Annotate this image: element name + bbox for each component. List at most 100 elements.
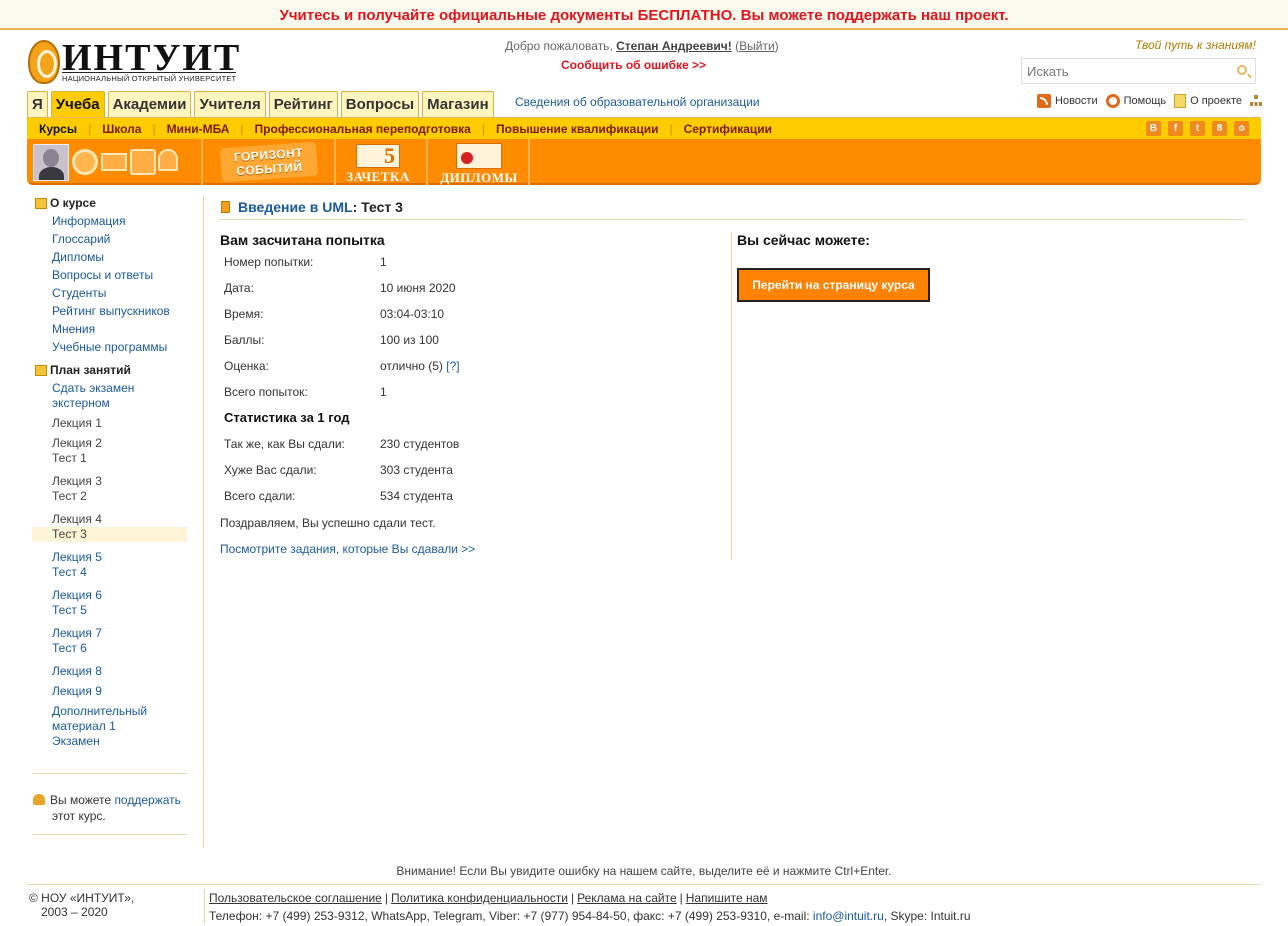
sidebar-item-external-exam[interactable]: Сдать экзамен (52, 381, 203, 396)
grade-text: отлично (5) (380, 359, 443, 373)
promo-banner[interactable]: Учитесь и получайте официальные документ… (0, 0, 1288, 30)
sidebar-item-lecture-2[interactable]: Лекция 2 (52, 436, 203, 451)
course-link[interactable]: Введение в UML (238, 199, 353, 215)
contact-us-link[interactable]: Напишите нам (686, 891, 768, 905)
sidebar-item-lecture-6[interactable]: Лекция 6 (52, 588, 203, 603)
subnav-school[interactable]: Школа (102, 122, 141, 136)
sidebar-item-external-exam-2[interactable]: экстерном (52, 396, 203, 411)
footer-separator: | (384, 891, 388, 905)
detail-value: 1 (380, 385, 387, 399)
avatar[interactable] (33, 144, 69, 181)
privacy-policy-link[interactable]: Политика конфиденциальности (391, 891, 568, 905)
toolbar-divider (334, 139, 336, 185)
tab-me[interactable]: Я (27, 91, 48, 117)
sitemap-link[interactable] (1250, 95, 1262, 107)
org-info-link[interactable]: Сведения об образовательной организации (515, 95, 760, 109)
site-logo[interactable]: ИНТУИТ НАЦИОНАЛЬНЫЙ ОТКРЫТЫЙ УНИВЕРСИТЕТ (28, 37, 250, 88)
subnav-certification[interactable]: Сертификации (684, 122, 772, 136)
subnav-courses[interactable]: Курсы (39, 122, 77, 136)
sidebar-item-lecture-8[interactable]: Лекция 8 (52, 664, 203, 679)
tab-academies[interactable]: Академии (107, 91, 192, 117)
stat-value: 303 студента (380, 463, 453, 477)
copyright-years: 2003 – 2020 (41, 905, 108, 919)
email-link[interactable]: info@intuit.ru (813, 909, 884, 923)
google-plus-icon[interactable]: 8 (1212, 121, 1227, 136)
tab-questions[interactable]: Вопросы (340, 91, 420, 117)
bell-icon[interactable] (158, 149, 178, 171)
sidebar-item-programs[interactable]: Учебные программы (52, 340, 203, 355)
stat-value: 230 студентов (380, 437, 460, 451)
diploma-icon (456, 143, 502, 169)
gift-icon[interactable] (130, 149, 156, 175)
sidebar-item-test-3-current[interactable]: Тест 3 (32, 527, 187, 542)
report-error-link[interactable]: Сообщить об ошибке >> (561, 58, 706, 72)
sidebar-item-test-4[interactable]: Тест 4 (52, 565, 203, 580)
sidebar-item-lecture-7[interactable]: Лекция 7 (52, 626, 203, 641)
vk-icon[interactable]: В (1146, 121, 1161, 136)
sidebar-item-test-6[interactable]: Тест 6 (52, 641, 203, 656)
stat-label: Хуже Вас сдали: (224, 463, 317, 477)
sidebar-item-test-2[interactable]: Тест 2 (52, 489, 203, 504)
toolbar-divider (528, 139, 530, 185)
contacts-text: Телефон: +7 (499) 253-9312, WhatsApp, Te… (209, 909, 813, 923)
stat-row: Хуже Вас сдали: 303 студента (224, 462, 731, 488)
detail-row: Всего попыток: 1 (224, 384, 731, 410)
search-box (1021, 58, 1256, 84)
events-horizon-button[interactable]: ГОРИЗОНТ СОБЫТИЙ (207, 141, 331, 183)
tab-rating[interactable]: Рейтинг (268, 91, 338, 117)
sidebar-item-lecture-1[interactable]: Лекция 1 (52, 416, 203, 431)
grade-help-link[interactable]: [?] (446, 359, 459, 373)
about-link[interactable]: О проекте (1174, 94, 1242, 108)
sidebar-item-lecture-5[interactable]: Лекция 5 (52, 550, 203, 565)
view-tasks-link[interactable]: Посмотрите задания, которые Вы сдавали >… (220, 542, 731, 556)
logout-link[interactable]: Выйти (739, 39, 775, 53)
stat-value: 534 студента (380, 489, 453, 503)
sidebar-item-extra-material-2[interactable]: материал 1 (52, 719, 203, 734)
sidebar-item-graduates-rating[interactable]: Рейтинг выпускников (52, 304, 203, 319)
search-icon[interactable] (1237, 65, 1247, 75)
subnav-qualification[interactable]: Повышение квалификации (496, 122, 658, 136)
mail-icon[interactable] (101, 153, 127, 171)
tab-study[interactable]: Учеба (50, 91, 105, 117)
diplomas-button[interactable]: ДИПЛОМЫ (431, 141, 527, 185)
sidebar-item-lecture-3[interactable]: Лекция 3 (52, 474, 203, 489)
odnoklassniki-icon[interactable]: о (1234, 121, 1249, 136)
sidebar-divider (33, 773, 187, 774)
sidebar-item-info[interactable]: Информация (52, 214, 203, 229)
news-link[interactable]: Новости (1037, 94, 1098, 108)
tab-teachers[interactable]: Учителя (194, 91, 266, 117)
sidebar-item-test-1[interactable]: Тест 1 (52, 451, 203, 466)
grade-value: отлично (5) [?] (380, 358, 460, 384)
sidebar-item-diplomas[interactable]: Дипломы (52, 250, 203, 265)
twitter-icon[interactable]: t (1190, 121, 1205, 136)
help-link[interactable]: Помощь (1105, 94, 1166, 108)
detail-label: Оценка: (224, 359, 269, 373)
advertising-link[interactable]: Реклама на сайте (577, 891, 677, 905)
tab-shop[interactable]: Магазин (422, 91, 494, 117)
user-agreement-link[interactable]: Пользовательское соглашение (209, 891, 382, 905)
sidebar-item-exam[interactable]: Экзамен (52, 734, 203, 749)
sidebar-item-students[interactable]: Студенты (52, 286, 203, 301)
detail-label: Время: (224, 307, 264, 321)
sidebar-item-glossary[interactable]: Глоссарий (52, 232, 203, 247)
subnav-retraining[interactable]: Профессиональная переподготовка (255, 122, 471, 136)
gradebook-button[interactable]: ЗАЧЕТКА (339, 141, 417, 184)
book-icon (221, 201, 230, 213)
sidebar-item-test-5[interactable]: Тест 5 (52, 603, 203, 618)
sidebar-item-extra-material[interactable]: Дополнительный (52, 704, 203, 719)
logout-paren-close: ) (774, 39, 779, 53)
about-course-list: Информация Глоссарий Дипломы Вопросы и о… (27, 214, 203, 355)
sidebar-item-opinions[interactable]: Мнения (52, 322, 203, 337)
go-to-course-button[interactable]: Перейти на страницу курса (737, 268, 930, 302)
support-link[interactable]: поддержать (114, 793, 180, 807)
alarm-clock-icon[interactable] (72, 149, 98, 175)
subnav-mini-mba[interactable]: Мини-МБА (167, 122, 230, 136)
detail-label: Баллы: (224, 333, 265, 347)
user-name-link[interactable]: Степан Андреевич! (616, 39, 732, 53)
sidebar-item-lecture-9[interactable]: Лекция 9 (52, 684, 203, 699)
search-input[interactable] (1022, 59, 1222, 83)
promo-text[interactable]: Учитесь и получайте официальные документ… (280, 7, 1009, 24)
sidebar-item-lecture-4[interactable]: Лекция 4 (52, 512, 203, 527)
facebook-icon[interactable]: f (1168, 121, 1183, 136)
sidebar-item-faq[interactable]: Вопросы и ответы (52, 268, 203, 283)
